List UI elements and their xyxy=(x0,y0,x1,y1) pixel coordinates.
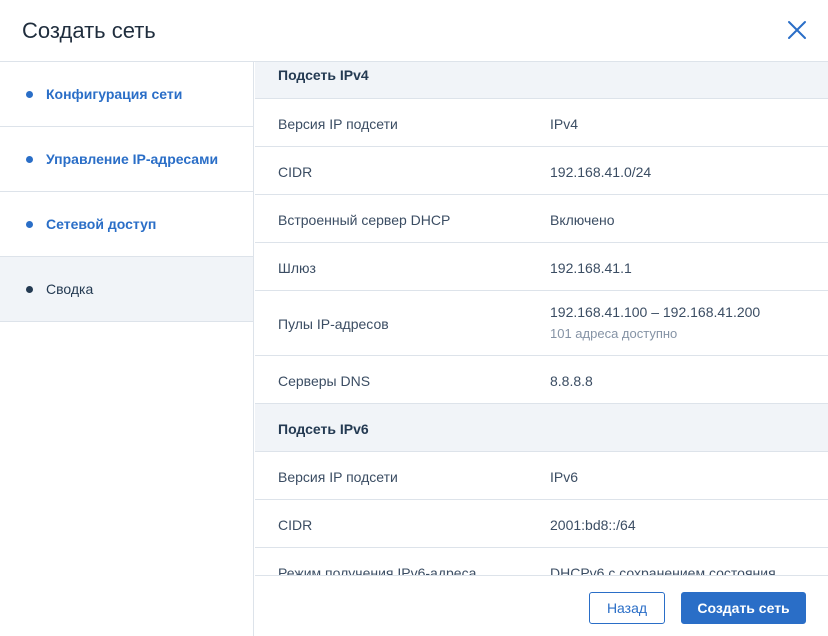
step-dot-icon xyxy=(26,91,33,98)
summary-row: Версия IP подсети IPv6 xyxy=(255,452,828,500)
row-key: Шлюз xyxy=(278,260,316,276)
summary-row: Режим получения IPv6-адреса DHCPv6 с сох… xyxy=(255,548,828,575)
row-value-note: 101 адреса доступно xyxy=(550,326,678,341)
dialog-header: Создать сеть xyxy=(0,0,828,62)
step-network-access[interactable]: Сетевой доступ xyxy=(0,192,253,257)
dialog-footer: Назад Создать сеть xyxy=(255,575,828,636)
row-key: Встроенный сервер DHCP xyxy=(278,212,451,228)
section-ipv6-heading: Подсеть IPv6 xyxy=(255,404,828,452)
row-key: CIDR xyxy=(278,517,313,533)
row-key: CIDR xyxy=(278,164,313,180)
summary-row: CIDR 2001:bd8::/64 xyxy=(255,500,828,548)
row-key: Серверы DNS xyxy=(278,373,371,389)
step-dot-icon xyxy=(26,286,33,293)
summary-panel[interactable]: Подсеть IPv4 Версия IP подсети IPv4 CIDR… xyxy=(255,62,828,575)
back-button[interactable]: Назад xyxy=(589,592,665,624)
row-value: 8.8.8.8 xyxy=(550,373,593,389)
summary-row: Пулы IP-адресов 192.168.41.100 – 192.168… xyxy=(255,291,828,356)
row-value: 192.168.41.100 – 192.168.41.200 xyxy=(550,304,761,320)
section-title: Подсеть IPv6 xyxy=(278,421,369,437)
step-dot-icon xyxy=(26,221,33,228)
close-icon[interactable] xyxy=(785,18,809,42)
row-value: 2001:bd8::/64 xyxy=(550,517,636,533)
row-key: Версия IP подсети xyxy=(278,116,398,132)
row-key: Пулы IP-адресов xyxy=(278,316,389,332)
row-value: IPv4 xyxy=(550,116,579,132)
summary-row: Шлюз 192.168.41.1 xyxy=(255,243,828,291)
wizard-steps: Конфигурация сети Управление IP-адресами… xyxy=(0,62,254,636)
step-ip-management[interactable]: Управление IP-адресами xyxy=(0,127,253,192)
step-dot-icon xyxy=(26,156,33,163)
row-value: DHCPv6 с сохранением состояния xyxy=(550,565,776,575)
row-value: 192.168.41.0/24 xyxy=(550,164,652,180)
section-title: Подсеть IPv4 xyxy=(278,67,369,83)
create-network-dialog: Создать сеть Конфигурация сети Управлени… xyxy=(0,0,828,636)
step-label: Конфигурация сети xyxy=(46,86,183,102)
row-key: Режим получения IPv6-адреса xyxy=(278,565,477,575)
step-network-config[interactable]: Конфигурация сети xyxy=(0,62,253,127)
summary-row: CIDR 192.168.41.0/24 xyxy=(255,147,828,195)
summary-row: Серверы DNS 8.8.8.8 xyxy=(255,356,828,404)
step-label: Сводка xyxy=(46,281,94,297)
row-value: Включено xyxy=(550,212,615,228)
summary-row: Встроенный сервер DHCP Включено xyxy=(255,195,828,243)
row-value-group: 192.168.41.100 – 192.168.41.200 101 адре… xyxy=(550,304,760,341)
row-value: 192.168.41.1 xyxy=(550,260,632,276)
create-network-button[interactable]: Создать сеть xyxy=(681,592,806,624)
dialog-title: Создать сеть xyxy=(22,18,156,43)
row-value: IPv6 xyxy=(550,469,579,485)
row-key: Версия IP подсети xyxy=(278,469,398,485)
summary-row: Версия IP подсети IPv4 xyxy=(255,99,828,147)
step-label: Сетевой доступ xyxy=(46,216,157,232)
step-summary[interactable]: Сводка xyxy=(0,257,253,322)
section-ipv4-heading: Подсеть IPv4 xyxy=(255,62,828,99)
step-label: Управление IP-адресами xyxy=(46,151,219,167)
